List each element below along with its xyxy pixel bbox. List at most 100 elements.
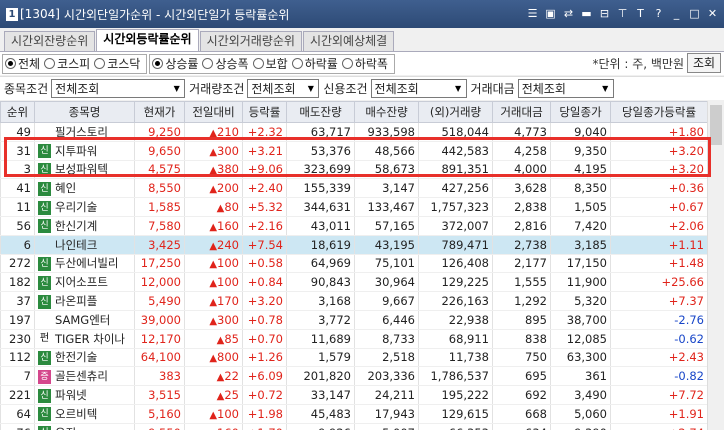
table-row[interactable]: 7 증 골든센츄리 383 ▲ 22 +6.09 201,820 203,336 1,786,53… xyxy=(0,366,708,387)
close-icon[interactable]: ✕ xyxy=(705,6,720,21)
font-size-icon[interactable]: T xyxy=(633,6,648,21)
table-row[interactable]: 3 신 보성파워텍 4,575 ▲ 380 +9.06 323,699 58,673 891,35… xyxy=(0,160,708,180)
copy-icon[interactable]: ▣ xyxy=(543,6,558,21)
col-amount[interactable]: 거래대금 xyxy=(492,101,551,123)
table-header-row: 순위 종목명 현재가 전일대비 등락률 매도잔량 매수잔량 (외)거래량 거래대… xyxy=(0,101,708,123)
col-price[interactable]: 현재가 xyxy=(134,101,185,123)
layout-icon[interactable]: ⊟ xyxy=(597,6,612,21)
table-row[interactable]: 41 신 혜인 8,550 ▲ 200 +2.40 155,339 3,147 427,256 3,… xyxy=(0,178,708,199)
table-row[interactable]: 6 나인테크 3,425 ▲ 240 +7.54 18,619 43,195 789,471 2,… xyxy=(0,235,708,255)
name-cell[interactable]: 신 지투파워 xyxy=(34,141,135,161)
tab-expected[interactable]: 시간외예상체결 xyxy=(302,31,395,51)
table-row[interactable]: 64 신 오르비텍 5,160 ▲ 100 +1.98 45,483 17,943 129,615… xyxy=(0,404,708,424)
radio-rise-amount[interactable]: 상승폭 xyxy=(202,55,249,72)
table-row[interactable]: 49 필거스토리 9,250 ▲ 210 +2.32 63,717 933,598 518,04… xyxy=(0,122,708,142)
maximize-icon[interactable]: □ xyxy=(687,6,702,21)
name-cell[interactable]: 나인테크 xyxy=(34,235,135,255)
pin-icon[interactable]: ⊤ xyxy=(615,6,630,21)
rank-cell: 3 xyxy=(0,160,35,180)
table-row[interactable]: 37 신 라온피플 5,490 ▲ 170 +3.20 3,168 9,667 226,163 1,… xyxy=(0,291,708,311)
name-cell[interactable]: 신 우리기술 xyxy=(34,197,135,217)
name-cell[interactable]: 필거스토리 xyxy=(34,122,135,142)
close-cell: 1,505 xyxy=(550,197,611,217)
col-close[interactable]: 당일종가 xyxy=(550,101,611,123)
ask-cell: 53,376 xyxy=(286,141,355,161)
radio-fall-amount[interactable]: 하락폭 xyxy=(341,55,388,72)
market-radio-group: 전체 코스피 코스닥 xyxy=(2,53,148,74)
tab-change-rate[interactable]: 시간외등락률순위 xyxy=(96,29,199,51)
price-cell: 9,550 xyxy=(134,423,185,430)
col-rank[interactable]: 순위 xyxy=(0,101,35,123)
menu-icon[interactable]: ☰ xyxy=(525,6,540,21)
name-cell[interactable]: 펀 TIGER 차이나 xyxy=(34,329,135,349)
query-button[interactable]: 조회 xyxy=(687,53,721,73)
name-cell[interactable]: 신 지어소프트 xyxy=(34,272,135,293)
radio-kospi[interactable]: 코스피 xyxy=(44,55,90,72)
radio-all[interactable]: 전체 xyxy=(5,55,40,72)
col-name[interactable]: 종목명 xyxy=(34,101,135,123)
credit-condition-select[interactable]: 전체조회 ▼ xyxy=(370,79,467,98)
table-row[interactable]: 112 신 한전기술 64,100 ▲ 800 +1.26 1,579 2,518 11,738 7… xyxy=(0,348,708,368)
volume-cell: 22,938 xyxy=(418,310,493,330)
table-row[interactable]: 221 신 파워넷 3,515 ▲ 25 +0.72 33,147 24,211 195,222 6… xyxy=(0,385,708,405)
name-cell[interactable]: 증 골든센츄리 xyxy=(34,366,135,387)
radio-kosdaq[interactable]: 코스닥 xyxy=(94,55,140,72)
col-diff[interactable]: 전일대비 xyxy=(184,101,243,123)
table-row[interactable]: 272 신 두산에너빌리 17,250 ▲ 100 +0.58 64,969 75,101 126… xyxy=(0,254,708,274)
name-cell[interactable]: 신 라온피플 xyxy=(34,291,135,311)
col-bid[interactable]: 매수잔량 xyxy=(354,101,419,123)
name-cell[interactable]: 신 오르비텍 xyxy=(34,404,135,424)
table-row[interactable]: 230 펀 TIGER 차이나 12,170 ▲ 85 +0.70 11,689 8,733 68… xyxy=(0,329,708,349)
stock-name: 한신기계 xyxy=(55,218,98,233)
volume-condition-select[interactable]: 전체조회 ▼ xyxy=(247,79,320,98)
amount-condition-select[interactable]: 전체조회 ▼ xyxy=(517,79,614,98)
col-rate[interactable]: 등락률 xyxy=(242,101,287,123)
name-cell[interactable]: 신 파워넷 xyxy=(34,385,135,405)
up-triangle-icon: ▲ xyxy=(209,240,218,252)
tab-remaining[interactable]: 시간외잔량순위 xyxy=(4,31,96,51)
name-cell[interactable]: 신 두산에너빌리 xyxy=(34,254,135,274)
rate-cell: +7.54 xyxy=(242,235,287,255)
link-icon[interactable]: ⇄ xyxy=(561,6,576,21)
radio-fall-rate[interactable]: 하락률 xyxy=(291,55,338,72)
up-triangle-icon: ▲ xyxy=(209,127,218,139)
tab-volume[interactable]: 시간외거래량순위 xyxy=(199,31,302,51)
name-cell[interactable]: 신 보성파워텍 xyxy=(34,160,135,180)
help-icon[interactable]: ? xyxy=(651,6,666,21)
radio-flat[interactable]: 보합 xyxy=(252,55,288,72)
name-cell[interactable]: 신 혜인 xyxy=(34,178,135,199)
close-cell: 5,320 xyxy=(550,291,611,311)
radio-dot-icon xyxy=(202,58,214,69)
table-row[interactable]: 31 신 지투파워 9,650 ▲ 300 +3.21 53,376 48,566 442,583… xyxy=(0,141,708,161)
volume-cell: 789,471 xyxy=(418,235,493,255)
close-rate-cell: +7.37 xyxy=(610,291,708,311)
name-cell[interactable]: 신 한전기술 xyxy=(34,348,135,368)
scrollbar-thumb[interactable] xyxy=(710,105,722,145)
stock-badge: 신 xyxy=(38,162,51,177)
close-cell: 4,195 xyxy=(550,160,611,180)
table-row[interactable]: 76신우진9,550▲160+1.709,9265,00766,3536349,… xyxy=(0,423,708,430)
stock-name: 혜인 xyxy=(55,181,77,196)
diff-cell: ▲ 100 xyxy=(184,254,243,274)
rank-cell: 11 xyxy=(0,197,35,217)
col-volume[interactable]: (외)거래량 xyxy=(418,101,493,123)
table-row[interactable]: 182 신 지어소프트 12,000 ▲ 100 +0.84 90,843 30,964 129,… xyxy=(0,272,708,293)
rate-cell: +0.72 xyxy=(242,385,287,405)
vertical-scrollbar[interactable] xyxy=(707,101,724,430)
minimize-icon[interactable]: _ xyxy=(669,6,684,21)
radio-rise-rate[interactable]: 상승률 xyxy=(152,55,198,72)
col-close-rate[interactable]: 당일종가등락률 xyxy=(610,101,708,123)
price-cell: 12,170 xyxy=(134,329,185,349)
close-rate-cell: +0.36 xyxy=(610,178,708,199)
item-condition-select[interactable]: 전체조회 ▼ xyxy=(51,79,186,98)
minus-icon[interactable]: ▬ xyxy=(579,6,594,21)
name-cell[interactable]: 신 한신기계 xyxy=(34,216,135,236)
col-ask[interactable]: 매도잔량 xyxy=(286,101,355,123)
table-row[interactable]: 197 SAMG엔터 39,000 ▲ 300 +0.78 3,772 6,446 22,938… xyxy=(0,310,708,330)
table-row[interactable]: 56 신 한신기계 7,580 ▲ 160 +2.16 43,011 57,165 372,007… xyxy=(0,216,708,236)
table-row[interactable]: 11 신 우리기술 1,585 ▲ 80 +5.32 344,631 133,467 1,757,… xyxy=(0,197,708,217)
name-cell[interactable]: 신우진 xyxy=(34,423,135,430)
name-cell[interactable]: SAMG엔터 xyxy=(34,310,135,330)
diff-cell: ▲ 25 xyxy=(184,385,243,405)
close-rate-cell: +3.20 xyxy=(610,160,708,180)
